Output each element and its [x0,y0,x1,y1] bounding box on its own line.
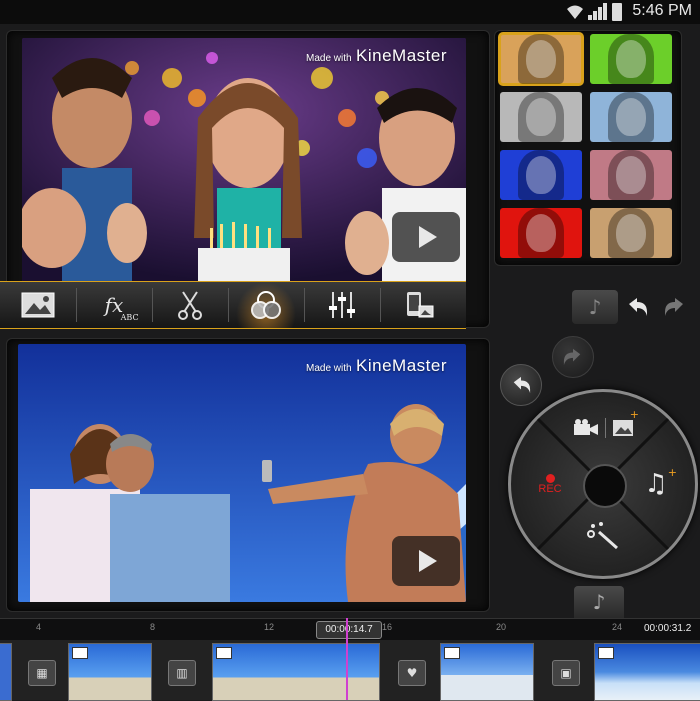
tool-pan-zoom[interactable] [388,282,448,328]
timeline-clip[interactable] [0,643,12,701]
toolbar-divider [152,288,153,322]
filter-thumb-light-blue[interactable] [590,92,672,142]
timeline-clip[interactable] [212,643,380,701]
filter-thumb-rose[interactable] [590,150,672,200]
filter-thumb-blue[interactable] [500,150,582,200]
tool-image[interactable] [8,282,68,328]
music-note-icon: ♫ [644,469,668,499]
toolbar-divider [76,288,77,322]
timeline-clip[interactable] [594,643,700,701]
watermark-brand: KineMaster [356,46,448,65]
ruler-tick: 16 [382,622,393,632]
redo-button[interactable] [658,290,692,324]
filter-thumb-grayscale[interactable] [500,92,582,142]
ruler-tick: 4 [36,622,42,632]
ruler-tick: 12 [264,622,275,632]
toolbar-divider [304,288,305,322]
watermark-made-with: Made with [306,363,352,374]
signal-icon [588,0,608,24]
fx-sub-label: ABC [120,313,139,322]
color-filter-grid [498,32,676,260]
edit-toolbar: fx ABC [0,281,466,329]
toolbar-divider [228,288,229,322]
image-clip-icon [216,647,232,659]
undo-button[interactable] [620,290,654,324]
audio-add-button[interactable]: ♫ + [629,464,683,504]
transition-button[interactable]: ♥ [398,660,426,686]
filter-thumb-red[interactable] [500,208,582,258]
tool-color-filter[interactable] [236,282,296,328]
music-note-icon: ♪ [588,295,602,319]
image-icon [21,292,55,318]
music-note-icon: ♪ [592,590,606,614]
add-plus-icon: + [667,466,677,479]
play-icon [419,550,437,572]
watermark-made-with: Made with [306,53,352,64]
status-bar: 5:46 PM [0,0,700,24]
video-camera-icon [573,419,598,435]
effects-button[interactable] [573,512,633,558]
tool-trim[interactable] [160,282,220,328]
current-time: 00:00:14.7 [325,624,373,635]
timeline-ruler[interactable]: 4 8 12 16 20 24 00:00:14.7 00:00:31.2 [0,618,700,641]
play-icon [419,226,437,248]
top-watermark: Made with KineMaster [306,46,447,66]
timeline-clip[interactable] [440,643,534,701]
tool-adjust[interactable] [312,282,372,328]
bottom-play-button[interactable] [392,536,460,586]
image-clip-icon [598,647,614,659]
total-time: 00:00:31.2 [644,623,692,634]
fx-text-icon: fx ABC [105,293,139,322]
top-play-button[interactable] [392,212,460,262]
battery-icon [612,3,622,21]
wifi-icon [566,4,584,20]
ruler-tick: 8 [150,622,156,632]
filter-thumb-warm[interactable] [590,208,672,258]
image-clip-icon [444,647,460,659]
ruler-tick: 20 [496,622,507,632]
redo-round-button[interactable] [552,336,594,378]
transition-button[interactable]: ▥ [168,660,196,686]
redo-icon [563,348,581,366]
dial-divider [604,418,606,438]
filter-thumb-original[interactable] [498,32,584,86]
undo-icon [629,298,647,316]
audio-button-bottom[interactable]: ♪ [574,586,624,618]
adjust-sliders-icon [329,292,355,318]
pan-zoom-icon [407,292,434,318]
redo-icon [665,298,683,316]
ruler-tick: 24 [612,622,623,632]
record-label: REC [538,482,562,495]
add-plus-icon: + [629,408,639,421]
record-dot-icon [545,473,555,483]
current-time-badge: 00:00:14.7 [316,621,382,639]
watermark-brand: KineMaster [356,356,448,375]
status-time: 5:46 PM [632,2,692,19]
dial-center-button[interactable] [583,464,627,508]
transition-button[interactable]: ▣ [552,660,580,686]
timeline-clip[interactable] [68,643,152,701]
toolbar-divider [380,288,381,322]
color-filter-icon [251,291,281,319]
scissors-icon [178,291,202,320]
filter-thumb-green[interactable] [590,34,672,84]
record-button[interactable]: REC [523,464,577,504]
media-browser-button[interactable]: + [561,406,645,450]
magic-wand-icon [587,522,618,550]
playhead[interactable] [346,618,348,700]
image-icon [612,420,633,436]
transition-button[interactable]: ▦ [28,660,56,686]
audio-button-top[interactable]: ♪ [572,290,618,324]
bottom-watermark: Made with KineMaster [306,356,447,376]
image-clip-icon [72,647,88,659]
media-dial: + REC ♫ + [508,389,698,579]
tool-fx-text[interactable]: fx ABC [84,282,144,328]
